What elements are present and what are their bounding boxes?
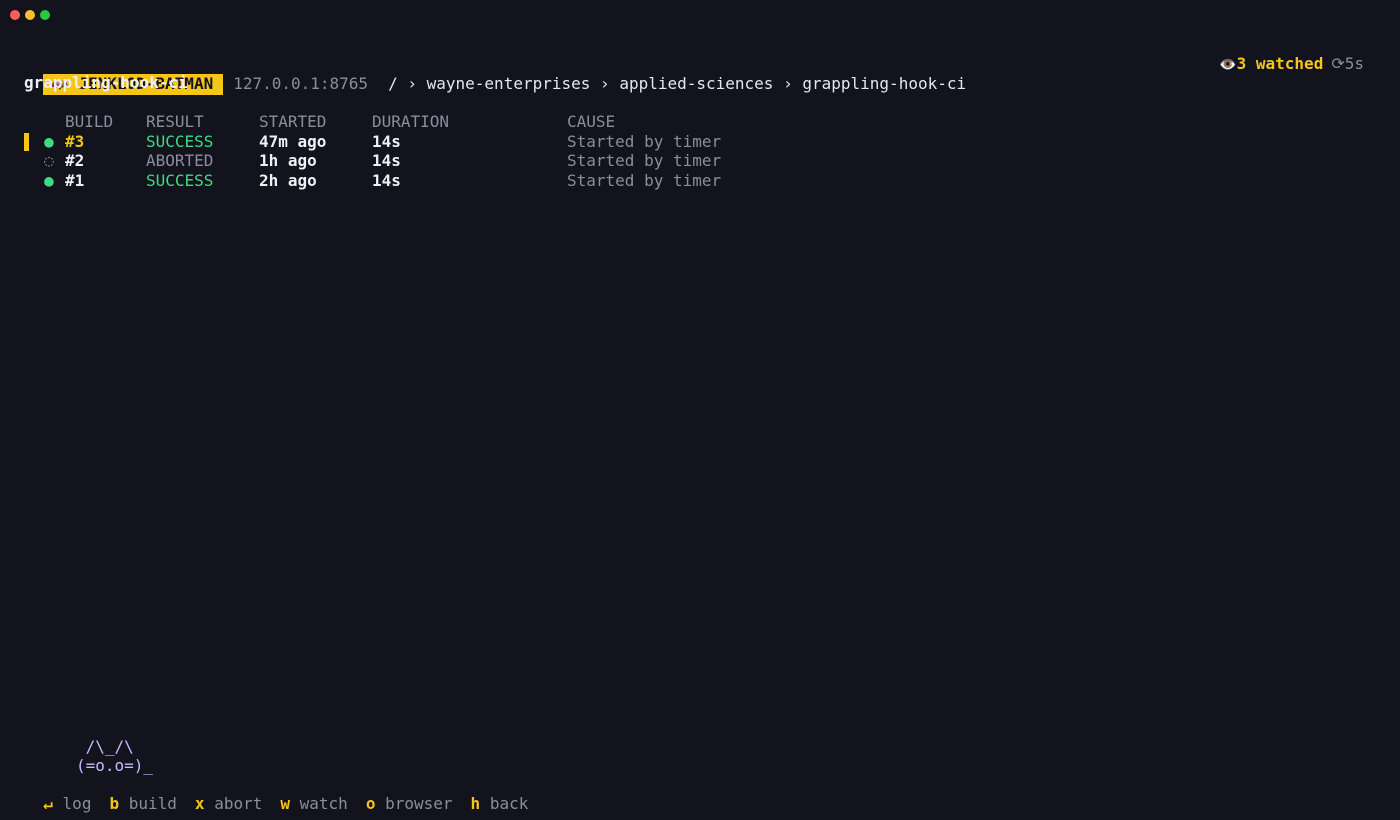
column-header-build: BUILD (65, 112, 114, 131)
keybind-key: h (470, 794, 481, 813)
keybind-abort[interactable]: abort (214, 794, 262, 813)
status-bar: 🦇 JENKLOD-BATMAN 127.0.0.1:8765/ › wayne-… (24, 54, 966, 95)
column-header-started: STARTED (259, 112, 327, 131)
builds-table: BUILD RESULT STARTED DURATION CAUSE ● #3… (24, 112, 721, 191)
column-header-cause: CAUSE (567, 112, 616, 131)
status-dot-icon: ● (44, 170, 54, 190)
table-row[interactable]: ● #3 SUCCESS 47m ago 14s Started by time… (24, 131, 721, 152)
keybind-back[interactable]: back (490, 794, 529, 813)
keybind-build[interactable]: build (129, 794, 177, 813)
breadcrumb-item[interactable]: wayne-enterprises (427, 74, 591, 93)
breadcrumb: / › wayne-enterprises › applied-sciences… (388, 74, 966, 93)
build-number: #2 (65, 151, 85, 170)
keybind-key: w (280, 794, 290, 813)
breadcrumb-separator: › (600, 74, 610, 93)
cat-mascot: /\_/\ (=o.o=)_ (76, 737, 153, 775)
job-title: grappling-hook-ci (24, 73, 188, 92)
status-dot-icon: ◌ (44, 151, 54, 170)
selection-marker (24, 132, 29, 151)
breadcrumb-separator: › (407, 74, 417, 93)
table-row[interactable]: ◌ #2 ABORTED 1h ago 14s Started by timer (24, 151, 721, 171)
window-controls (10, 10, 50, 20)
build-duration: 14s (372, 170, 401, 190)
eye-icon: 👁️ (1219, 57, 1237, 73)
breadcrumb-root[interactable]: / (388, 74, 398, 93)
mascot-line: (=o.o=)_ (76, 756, 154, 775)
breadcrumb-separator: › (783, 74, 793, 93)
keybind-log[interactable]: log (63, 794, 92, 813)
watched-count: 3 watched (1236, 54, 1324, 73)
build-number: #1 (65, 170, 85, 190)
build-cause: Started by timer (567, 151, 722, 170)
build-result: SUCCESS (146, 131, 214, 151)
keybind-key: b (109, 794, 120, 813)
status-dot-icon: ● (44, 131, 54, 151)
build-cause: Started by timer (567, 170, 722, 190)
build-result: SUCCESS (146, 170, 214, 190)
keybind-watch[interactable]: watch (300, 794, 348, 813)
column-header-result: RESULT (146, 112, 204, 131)
build-duration: 14s (372, 151, 401, 170)
watch-indicator: 👁️3 watched ⟳5s (1219, 54, 1364, 74)
table-header: BUILD RESULT STARTED DURATION CAUSE (24, 112, 615, 132)
server-host: 127.0.0.1:8765 (233, 74, 369, 93)
minimize-window-button[interactable] (25, 10, 35, 20)
refresh-interval: ⟳5s (1331, 54, 1364, 73)
column-header-duration: DURATION (372, 112, 450, 131)
build-started: 47m ago (259, 131, 327, 151)
build-result: ABORTED (146, 151, 214, 170)
keybind-key: o (365, 794, 376, 813)
mascot-line: /\_/\ (76, 737, 134, 756)
build-number: #3 (65, 131, 85, 151)
breadcrumb-item[interactable]: applied-sciences (619, 74, 773, 93)
keybind-key: x (194, 794, 205, 813)
build-duration: 14s (372, 131, 401, 151)
build-started: 1h ago (259, 151, 317, 170)
table-row[interactable]: ● #1 SUCCESS 2h ago 14s Started by timer (24, 170, 721, 191)
keybind-browser[interactable]: browser (385, 794, 452, 813)
build-started: 2h ago (259, 170, 317, 190)
keybinding-bar: ↵ log b build x abort w watch o browser h bac… (24, 774, 546, 813)
build-cause: Started by timer (567, 131, 722, 151)
maximize-window-button[interactable] (40, 10, 50, 20)
close-window-button[interactable] (10, 10, 20, 20)
enter-key-icon: ↵ (43, 794, 53, 813)
breadcrumb-item[interactable]: grappling-hook-ci (802, 74, 966, 93)
